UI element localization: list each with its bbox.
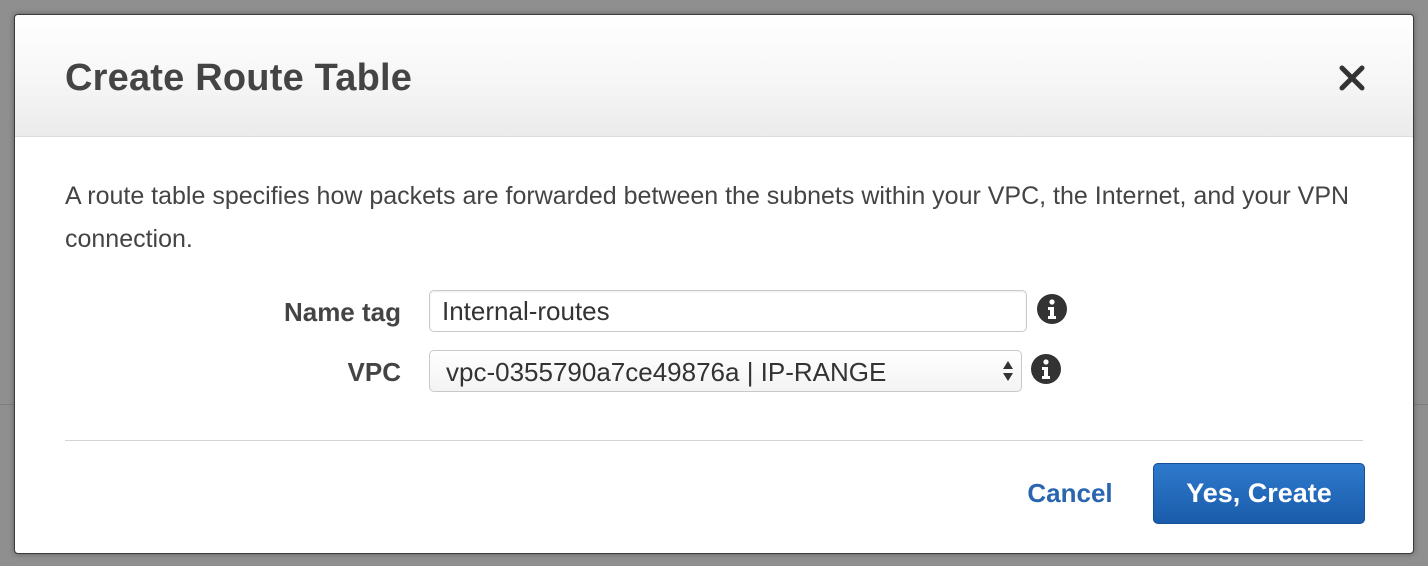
- name-tag-label: Name tag: [283, 297, 401, 327]
- name-tag-input[interactable]: [429, 290, 1027, 332]
- footer-divider: [65, 440, 1363, 441]
- info-icon: [1037, 294, 1067, 324]
- vpc-info-button[interactable]: [1030, 353, 1062, 385]
- name-tag-info-button[interactable]: [1036, 293, 1068, 325]
- close-button[interactable]: [1337, 63, 1367, 93]
- dialog-header: Create Route Table: [15, 15, 1413, 137]
- vpc-select[interactable]: vpc-0355790a7ce49876a | IP-RANGE: [429, 350, 1022, 392]
- close-icon: [1339, 65, 1365, 91]
- cancel-button[interactable]: Cancel: [1015, 478, 1125, 509]
- dialog-title: Create Route Table: [65, 57, 413, 99]
- select-arrows-icon: [1003, 361, 1013, 381]
- yes-create-button[interactable]: Yes, Create: [1153, 463, 1365, 524]
- info-icon: [1031, 354, 1061, 384]
- vpc-selected-value: vpc-0355790a7ce49876a | IP-RANGE: [446, 357, 887, 387]
- create-route-table-dialog: Create Route Table A route table specifi…: [14, 14, 1414, 554]
- vpc-label: VPC: [347, 357, 401, 387]
- dialog-description: A route table specifies how packets are …: [65, 182, 1350, 253]
